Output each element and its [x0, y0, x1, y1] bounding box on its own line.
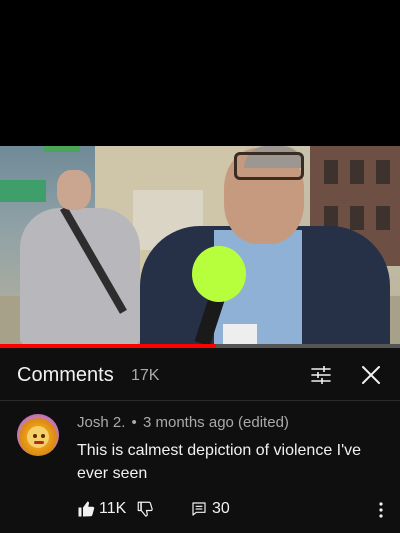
letterbox-top: [0, 0, 400, 146]
microphone: [192, 246, 246, 302]
meta-separator: •: [131, 414, 137, 431]
video-person-interviewee: [140, 146, 390, 345]
person-left-head: [57, 170, 91, 210]
comment-time: 3 months ago (edited): [142, 414, 289, 431]
thumbs-down-icon[interactable]: [136, 500, 154, 518]
close-icon[interactable]: [359, 363, 383, 387]
avatar-eye: [33, 434, 37, 438]
like-count: 11K: [99, 500, 127, 517]
comments-header: Comments 17K: [0, 348, 400, 400]
thumbs-up-icon[interactable]: [77, 500, 95, 518]
video-bg-banner: [44, 146, 80, 152]
more-vert-icon[interactable]: [374, 501, 388, 519]
comments-panel: Comments 17K Josh 2. • 3 months ago (edi…: [0, 348, 400, 533]
comments-title: Comments: [17, 364, 114, 386]
comment-text: This is calmest depiction of violence I'…: [77, 442, 362, 482]
avatar-face: [27, 426, 49, 448]
avatar[interactable]: [17, 414, 59, 456]
comment-item: Josh 2. • 3 months ago (edited) This is …: [0, 401, 400, 533]
comment-actions: 11K 30: [0, 497, 400, 523]
avatar-eye: [41, 434, 45, 438]
sort-filter-icon[interactable]: [309, 363, 333, 387]
comment-meta: Josh 2. • 3 months ago (edited): [77, 414, 289, 431]
reply-icon[interactable]: [191, 501, 207, 517]
comment-author[interactable]: Josh 2.: [77, 414, 125, 431]
video-player[interactable]: [0, 146, 400, 345]
video-person-left: [20, 170, 140, 345]
reply-count: 30: [212, 500, 230, 517]
lanyard-badge: [223, 324, 257, 345]
avatar-mouth: [34, 441, 44, 444]
interviewee-glasses: [234, 152, 304, 180]
comments-count: 17K: [131, 367, 160, 384]
